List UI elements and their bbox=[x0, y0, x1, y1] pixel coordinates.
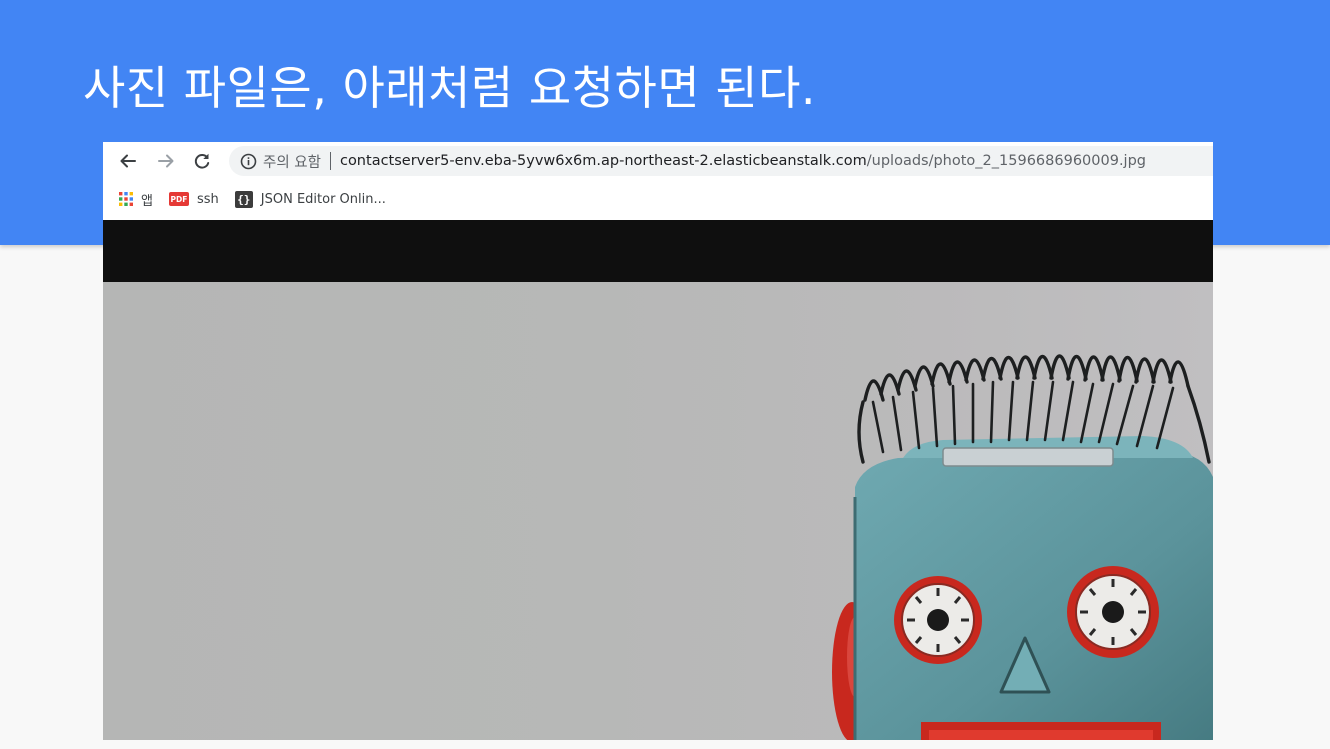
forward-button[interactable] bbox=[153, 148, 179, 174]
pdf-icon: PDF bbox=[168, 192, 189, 206]
back-button[interactable] bbox=[115, 148, 141, 174]
browser-toolbar: 주의 요함 contactserver5-env.eba-5yvw6x6m.ap… bbox=[103, 142, 1213, 180]
omnibox-divider bbox=[329, 152, 331, 170]
robot-illustration bbox=[832, 354, 1213, 740]
url-path: /uploads/photo_2_1596686960009.jpg bbox=[866, 153, 1146, 169]
info-icon[interactable] bbox=[239, 152, 257, 170]
arrow-right-icon bbox=[156, 151, 176, 171]
browser-window: 주의 요함 contactserver5-env.eba-5yvw6x6m.ap… bbox=[103, 142, 1213, 740]
bookmarks-bar: 앱 PDF ssh {} JSON Editor Onlin... bbox=[103, 184, 1213, 214]
address-bar[interactable]: 주의 요함 contactserver5-env.eba-5yvw6x6m.ap… bbox=[229, 146, 1213, 176]
pdf-badge: PDF bbox=[168, 192, 189, 206]
robot-top-plate bbox=[942, 447, 1114, 467]
bookmark-ssh[interactable]: PDF ssh bbox=[168, 191, 219, 207]
apps-grid-icon bbox=[119, 192, 133, 206]
json-editor-icon: {} bbox=[234, 190, 253, 208]
bookmark-label: JSON Editor Onlin... bbox=[260, 191, 386, 207]
robot-eye-left bbox=[894, 576, 982, 664]
image-viewer bbox=[103, 220, 1213, 740]
reload-icon bbox=[192, 151, 212, 171]
bookmark-label: 앱 bbox=[141, 193, 153, 209]
bookmark-label: ssh bbox=[196, 191, 219, 207]
slide-title: 사진 파일은, 아래처럼 요청하면 된다. bbox=[83, 61, 817, 115]
arrow-left-icon bbox=[118, 151, 138, 171]
reload-button[interactable] bbox=[189, 148, 215, 174]
robot-photo bbox=[103, 282, 1213, 740]
bookmark-json-editor[interactable]: {} JSON Editor Onlin... bbox=[234, 190, 386, 208]
json-badge: {} bbox=[234, 190, 253, 208]
robot-eye-right bbox=[1067, 566, 1159, 658]
robot-mouth bbox=[921, 722, 1161, 740]
bookmark-apps[interactable]: 앱 bbox=[119, 190, 153, 209]
url-host: contactserver5-env.eba-5yvw6x6m.ap-north… bbox=[339, 153, 867, 169]
security-label[interactable]: 주의 요함 bbox=[263, 151, 321, 172]
